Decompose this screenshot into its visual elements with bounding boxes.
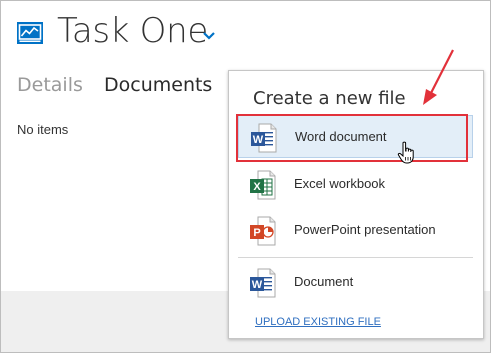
excel-icon: X — [250, 170, 276, 200]
menu-item-label: Word document — [295, 129, 387, 144]
word-icon: W — [250, 268, 276, 298]
menu-item-excel-workbook[interactable]: X Excel workbook — [238, 163, 473, 206]
page-title: Task One — [57, 11, 209, 51]
menu-item-label: Excel workbook — [294, 176, 386, 191]
menu-title: Create a new file — [253, 88, 406, 109]
create-new-file-menu: Create a new file W Word document X Exce… — [228, 70, 484, 339]
menu-item-word-document[interactable]: W Word document — [238, 115, 473, 158]
svg-text:P: P — [253, 227, 260, 239]
svg-text:W: W — [253, 134, 264, 146]
task-board-icon — [17, 22, 43, 44]
powerpoint-icon: P — [250, 216, 276, 246]
tab-details[interactable]: Details — [17, 72, 83, 98]
menu-item-label: PowerPoint presentation — [294, 222, 436, 237]
tab-documents[interactable]: Documents — [104, 72, 212, 98]
annotation-arrow-icon — [417, 47, 457, 109]
upload-existing-file-link[interactable]: UPLOAD EXISTING FILE — [255, 316, 381, 328]
chevron-down-icon[interactable] — [202, 28, 216, 40]
hand-pointer-icon — [397, 141, 417, 165]
menu-divider — [238, 257, 473, 258]
task-page: Task One Details Documents No items Crea… — [0, 0, 491, 353]
menu-item-document[interactable]: W Document — [238, 261, 473, 304]
svg-text:W: W — [252, 279, 263, 291]
empty-list-message: No items — [17, 122, 69, 137]
svg-text:X: X — [253, 181, 261, 193]
word-icon: W — [251, 123, 277, 153]
menu-item-label: Document — [294, 274, 354, 289]
menu-item-powerpoint-presentation[interactable]: P PowerPoint presentation — [238, 209, 473, 252]
